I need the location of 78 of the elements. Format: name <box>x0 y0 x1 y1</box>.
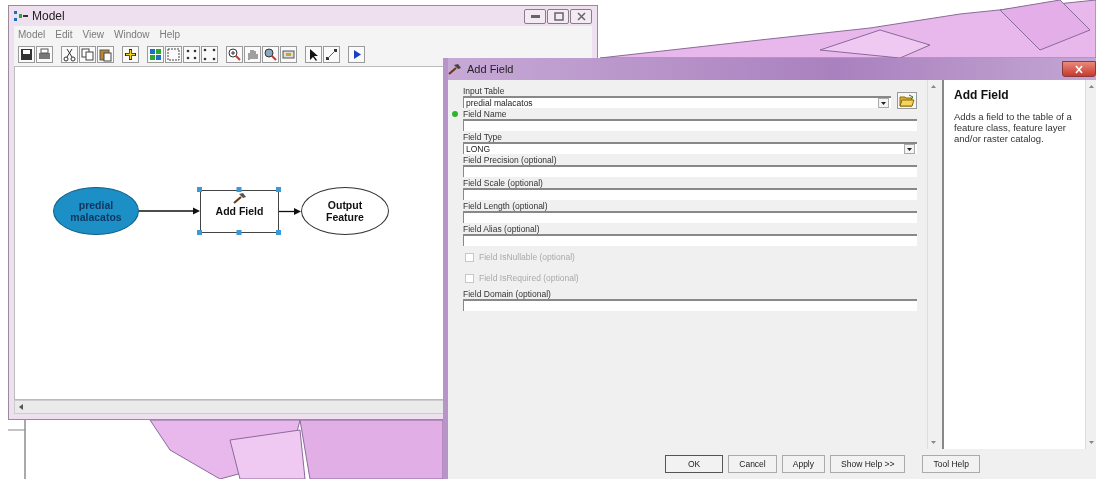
text-field[interactable] <box>463 188 917 200</box>
spread-dots-icon <box>202 46 217 62</box>
scroll-down-icon[interactable] <box>929 440 937 445</box>
field-label: Field Scale (optional) <box>463 178 543 188</box>
scroll-down-icon[interactable] <box>1087 440 1095 445</box>
scroll-up-icon[interactable] <box>1087 84 1095 89</box>
help-title: Add Field <box>954 87 1010 104</box>
dialog-button[interactable]: Cancel <box>728 455 777 473</box>
magnifier-button[interactable] <box>262 45 279 63</box>
connect-button[interactable] <box>323 45 340 63</box>
grid-icon <box>148 46 163 62</box>
checkbox-label: Field IsRequired (optional) <box>479 272 579 285</box>
text-field[interactable] <box>463 234 917 246</box>
field-label: Field Length (optional) <box>463 201 548 211</box>
paste-button[interactable] <box>97 45 114 63</box>
text-field[interactable] <box>463 211 917 223</box>
zoom-in-button[interactable] <box>226 45 243 63</box>
zoom-in-icon <box>227 46 242 62</box>
print-icon <box>37 46 52 62</box>
spread-dots-button[interactable] <box>201 45 218 63</box>
copy-button[interactable] <box>79 45 96 63</box>
close-button[interactable] <box>1062 61 1096 77</box>
copy-icon <box>80 46 95 62</box>
field-label: Input Table <box>463 86 505 96</box>
connect-icon <box>324 46 339 62</box>
cut-button[interactable] <box>61 45 78 63</box>
dialog-button[interactable]: Apply <box>781 455 825 473</box>
plus-button[interactable] <box>122 45 139 63</box>
menu-item[interactable]: View <box>82 26 104 42</box>
menu-item[interactable]: Model <box>18 26 46 42</box>
frame-icon <box>166 46 181 62</box>
pointer-button[interactable] <box>305 45 322 63</box>
grid-button[interactable] <box>147 45 164 63</box>
paste-icon <box>98 46 113 62</box>
close-icon <box>1074 64 1084 74</box>
plus-icon <box>123 46 138 62</box>
menu-item[interactable]: Help <box>159 26 181 42</box>
minimize-icon <box>530 14 540 18</box>
window-title: Model <box>32 8 65 25</box>
field-label: Field Domain (optional) <box>463 289 551 299</box>
model-icon <box>14 10 28 22</box>
folder-icon <box>899 94 915 107</box>
cut-icon <box>62 46 77 62</box>
help-description: Adds a field to the table of a feature class, feature layer and/or raster catalog. <box>954 112 1073 145</box>
dots-button[interactable] <box>183 45 200 63</box>
play-button[interactable] <box>348 45 365 63</box>
dialog-button[interactable]: Tool Help <box>922 455 980 473</box>
save-icon <box>19 46 34 62</box>
caret-icon[interactable] <box>904 144 915 154</box>
text-field[interactable] <box>463 119 917 131</box>
dropdown-field[interactable]: predial malacatos <box>463 96 891 108</box>
data-ellipse[interactable]: Output Feature <box>301 187 389 235</box>
hammer-icon <box>448 63 462 75</box>
field-label: Field Precision (optional) <box>463 155 557 165</box>
field-label: Field Name <box>463 109 507 119</box>
field-label: Field Type <box>463 132 503 142</box>
menu-item[interactable]: Window <box>114 26 150 42</box>
close-button[interactable] <box>570 8 592 24</box>
text-field[interactable] <box>463 299 917 311</box>
window-title: Add Field <box>467 61 514 77</box>
browse-button[interactable] <box>897 92 917 109</box>
text-field[interactable] <box>463 165 917 177</box>
field-label: Field Alias (optional) <box>463 224 540 234</box>
scroll-up-icon[interactable] <box>929 84 937 89</box>
dialog-button[interactable]: Show Help >> <box>830 455 906 473</box>
tool-box[interactable]: Add Field <box>200 190 279 233</box>
menu-item[interactable]: Edit <box>55 26 73 42</box>
print-button[interactable] <box>36 45 53 63</box>
save-button[interactable] <box>18 45 35 63</box>
hammer-icon <box>232 192 247 204</box>
dropdown-field[interactable]: LONG <box>463 142 917 154</box>
connector-arrow <box>138 207 200 215</box>
maximize-button[interactable] <box>547 8 569 24</box>
caret-icon[interactable] <box>878 98 889 108</box>
dialog-button[interactable]: OK <box>665 455 724 473</box>
minimize-button[interactable] <box>524 8 546 24</box>
magnifier-icon <box>263 46 278 62</box>
checkbox-label: Field IsNullable (optional) <box>479 251 575 264</box>
